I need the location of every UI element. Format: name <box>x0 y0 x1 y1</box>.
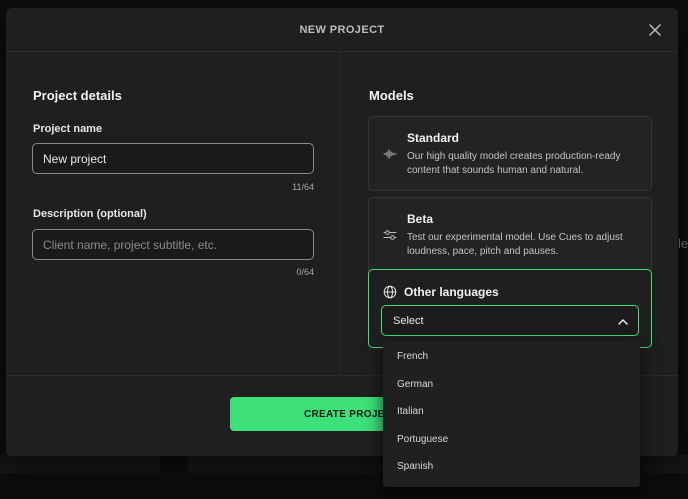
model-card-description: Our high quality model creates productio… <box>407 151 621 176</box>
description-input[interactable] <box>32 229 314 260</box>
project-name-input[interactable] <box>32 143 314 174</box>
model-card-description: Test our experimental model. Use Cues to… <box>407 232 623 257</box>
models-heading: Models <box>369 88 414 103</box>
model-card-beta[interactable]: Beta Test our experimental model. Use Cu… <box>368 197 652 272</box>
globe-icon <box>383 285 397 299</box>
description-counter: 0/64 <box>296 267 314 277</box>
modal-body: Project details Project name 11/64 Descr… <box>6 52 678 375</box>
background-text: le <box>678 236 688 251</box>
language-dropdown-menu: French German Italian Portuguese Spanish <box>383 341 640 487</box>
other-languages-title: Other languages <box>404 285 499 299</box>
background-panel <box>0 455 160 473</box>
model-card-title: Standard <box>407 131 460 145</box>
project-details-heading: Project details <box>33 88 122 103</box>
project-name-label: Project name <box>33 123 103 135</box>
project-details-section: Project details Project name 11/64 Descr… <box>6 52 341 375</box>
modal-header: NEW PROJECT <box>6 8 678 52</box>
language-option-portuguese[interactable]: Portuguese <box>383 426 640 454</box>
modal-title: NEW PROJECT <box>299 23 385 36</box>
sliders-icon <box>383 228 397 242</box>
chevron-up-icon <box>617 315 629 327</box>
other-languages-card[interactable]: Other languages Select <box>368 269 652 348</box>
waveform-icon <box>383 147 397 161</box>
model-card-standard[interactable]: Standard Our high quality model creates … <box>368 116 652 191</box>
language-option-spanish[interactable]: Spanish <box>383 453 640 481</box>
close-icon[interactable] <box>646 21 664 39</box>
language-option-german[interactable]: German <box>383 371 640 399</box>
language-option-italian[interactable]: Italian <box>383 398 640 426</box>
language-select[interactable]: Select <box>381 305 639 336</box>
language-select-value: Select <box>393 314 424 327</box>
models-section: Models Standard Our high quality model c… <box>342 52 678 375</box>
description-label: Description (optional) <box>33 208 147 220</box>
model-card-title: Beta <box>407 212 434 226</box>
project-name-counter: 11/64 <box>292 182 314 192</box>
language-option-french[interactable]: French <box>383 343 640 371</box>
